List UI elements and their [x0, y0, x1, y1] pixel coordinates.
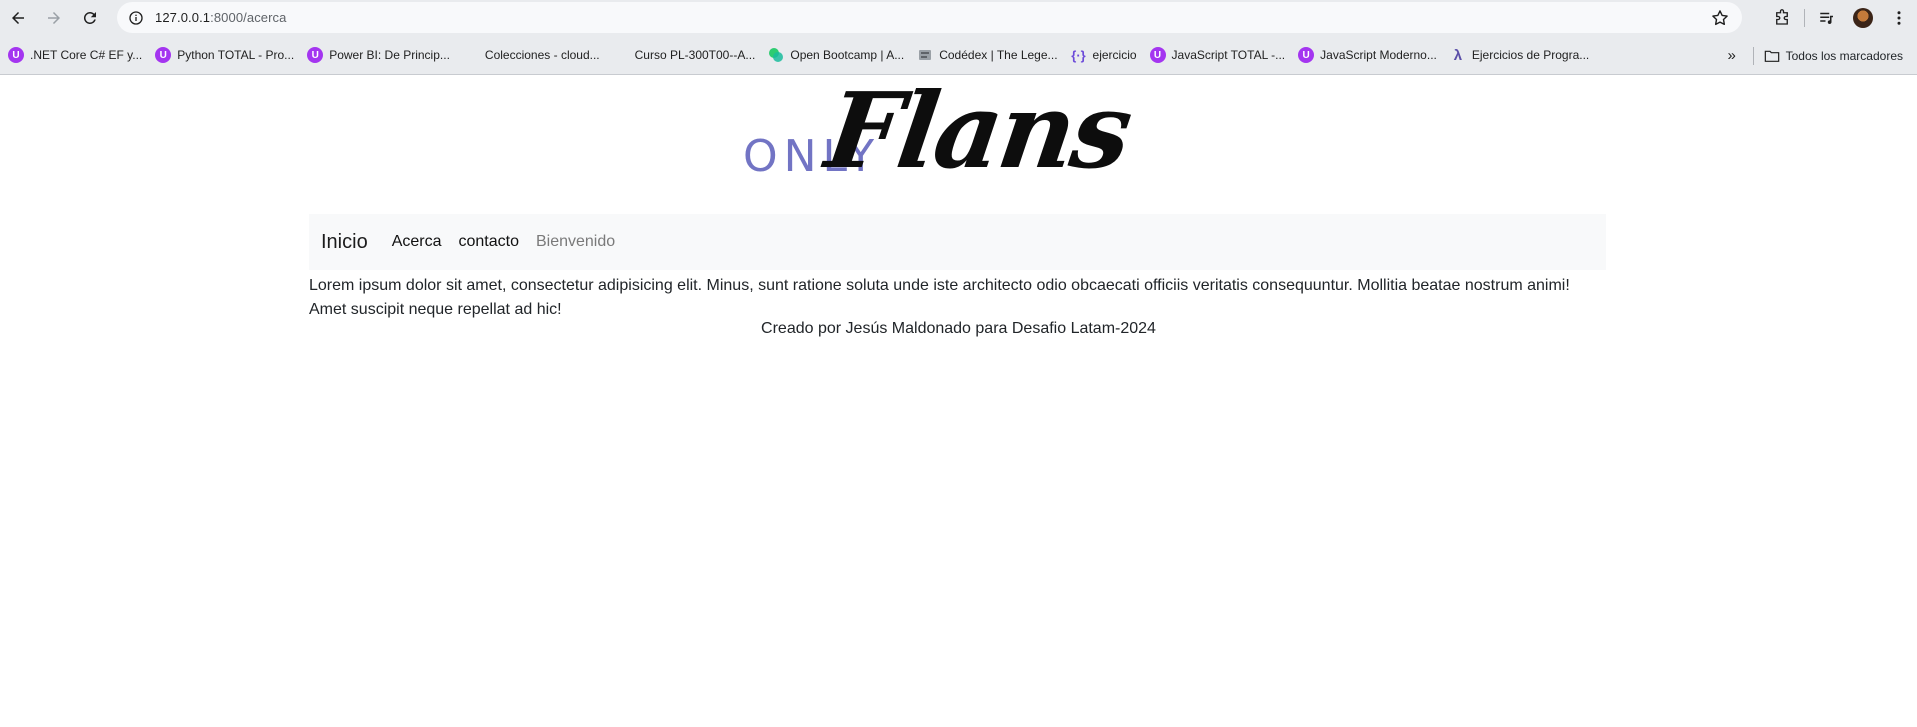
- udemy-icon: U: [155, 47, 172, 63]
- codedex-icon: [917, 47, 933, 63]
- toolbar-right: [1764, 0, 1917, 36]
- bookmark-label: Codédex | The Lege...: [939, 48, 1058, 62]
- bookmark-label: ejercicio: [1092, 48, 1137, 62]
- kebab-menu-icon: [1897, 11, 1901, 25]
- udemy-icon: U: [1298, 47, 1315, 63]
- bookmark-item[interactable]: U Python TOTAL - Pro...: [155, 42, 301, 68]
- playlist-icon: [1820, 12, 1833, 25]
- toolbar-separator: [1804, 9, 1805, 27]
- bookmarks-right: » Todos los marcadores: [1717, 36, 1917, 75]
- reload-icon: [83, 11, 96, 24]
- nav-link-bienvenido[interactable]: Bienvenido: [536, 233, 615, 251]
- bookmark-label: Open Bootcamp | A...: [790, 48, 905, 62]
- address-bar[interactable]: 127.0.0.1:8000/acerca: [117, 2, 1742, 33]
- code-braces-icon: {·}: [1071, 47, 1086, 63]
- bookmark-item[interactable]: U JavaScript TOTAL -...: [1149, 42, 1293, 68]
- udemy-icon: U: [1149, 47, 1166, 63]
- bookmark-star-icon[interactable]: [1710, 8, 1730, 28]
- footer-text: Creado por Jesús Maldonado para Desafio …: [761, 320, 1156, 337]
- nav-link-contacto[interactable]: contacto: [459, 233, 519, 251]
- bookmark-item[interactable]: U .NET Core C# EF y...: [8, 42, 149, 68]
- reload-button[interactable]: [72, 0, 108, 36]
- back-button[interactable]: [0, 0, 36, 36]
- navbar-brand[interactable]: Inicio: [321, 231, 368, 254]
- profile-button[interactable]: [1845, 0, 1881, 36]
- site-logo: ONLY Flans: [740, 69, 1180, 193]
- bookmark-item[interactable]: U Power BI: De Princip...: [307, 42, 457, 68]
- folder-icon: [1764, 50, 1779, 62]
- bookmark-item[interactable]: Colecciones - cloud...: [463, 42, 607, 68]
- arrow-right-icon: [48, 12, 60, 24]
- browser-toolbar: 127.0.0.1:8000/acerca: [0, 0, 1917, 36]
- avatar: [1853, 8, 1873, 28]
- bookmark-label: Python TOTAL - Pro...: [177, 48, 295, 62]
- nav-link-acerca[interactable]: Acerca: [392, 233, 442, 251]
- bookmark-item[interactable]: Codédex | The Lege...: [917, 42, 1064, 68]
- bookmark-label: Colecciones - cloud...: [484, 48, 600, 62]
- bookmark-item[interactable]: λ Ejercicios de Progra...: [1450, 42, 1596, 68]
- bookmark-label: JavaScript Moderno...: [1320, 48, 1437, 62]
- bookmark-item[interactable]: {·} ejercicio: [1071, 42, 1144, 68]
- bookmarks-separator: [1752, 46, 1754, 65]
- all-bookmarks-button[interactable]: Todos los marcadores: [1764, 49, 1903, 63]
- media-controls-button[interactable]: [1809, 0, 1845, 36]
- udemy-icon: U: [307, 47, 324, 63]
- logo-script: Flans: [819, 69, 1137, 192]
- bookmark-item[interactable]: Curso PL-300T00--A...: [613, 42, 763, 68]
- menu-button[interactable]: [1881, 0, 1917, 36]
- bookmark-label: .NET Core C# EF y...: [30, 48, 143, 62]
- bookmark-label: Curso PL-300T00--A...: [634, 48, 756, 62]
- bookmark-label: JavaScript TOTAL -...: [1171, 48, 1286, 62]
- url-text[interactable]: 127.0.0.1:8000/acerca: [155, 10, 287, 25]
- url-host: 127.0.0.1: [155, 10, 211, 25]
- bookmarks-overflow-button[interactable]: »: [1717, 47, 1747, 64]
- puzzle-icon: [1776, 9, 1788, 25]
- bookmark-item[interactable]: U JavaScript Moderno...: [1298, 42, 1444, 68]
- bookmark-label: Ejercicios de Progra...: [1471, 48, 1590, 62]
- url-path: :8000/acerca: [210, 10, 287, 25]
- all-bookmarks-label: Todos los marcadores: [1785, 48, 1903, 63]
- extensions-button[interactable]: [1764, 0, 1800, 36]
- about-paragraph: Lorem ipsum dolor sit amet, consectetur …: [309, 277, 1570, 318]
- site-info-icon[interactable]: [127, 9, 145, 27]
- page-content: ONLY Flans Inicio Acerca contacto Bienve…: [0, 69, 1917, 727]
- forward-button[interactable]: [36, 0, 72, 36]
- main-navbar: Inicio Acerca contacto Bienvenido: [309, 214, 1606, 270]
- arrow-left-icon: [12, 12, 24, 24]
- microsoft-icon: [463, 47, 479, 63]
- udemy-icon: U: [8, 47, 24, 63]
- microsoft-icon: [613, 47, 629, 63]
- lambda-icon: λ: [1453, 46, 1463, 64]
- openbootcamp-icon: [768, 47, 784, 63]
- bookmark-item[interactable]: Open Bootcamp | A...: [768, 42, 911, 68]
- bookmark-label: Power BI: De Princip...: [329, 48, 450, 62]
